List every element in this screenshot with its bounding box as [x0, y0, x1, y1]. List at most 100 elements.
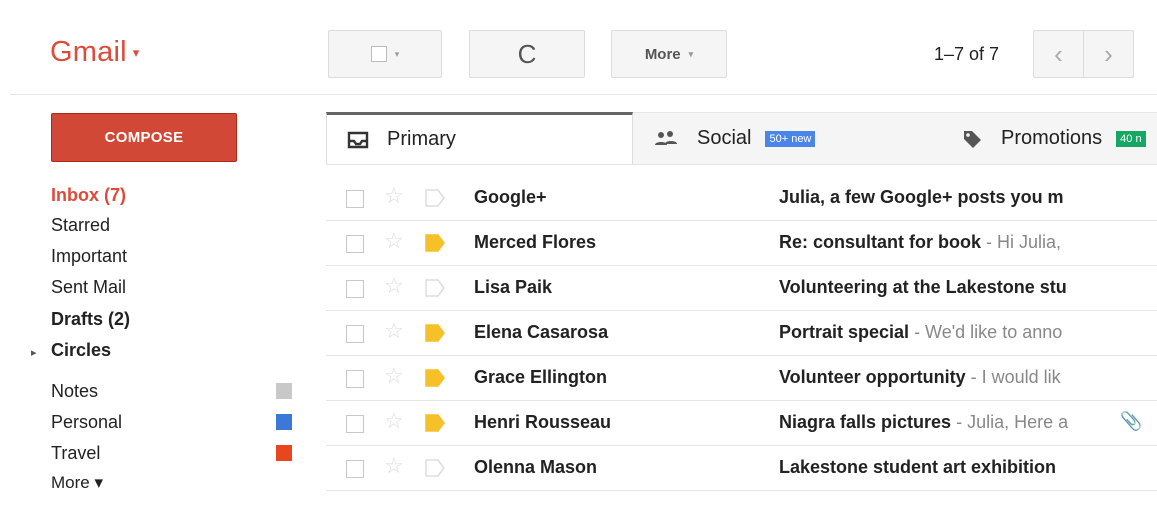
- older-button[interactable]: ›: [1083, 30, 1134, 78]
- email-row[interactable]: ☆ Elena Casarosa Portrait special - We'd l…: [326, 311, 1157, 356]
- row-checkbox[interactable]: [346, 460, 364, 478]
- star-icon[interactable]: ☆: [384, 230, 404, 252]
- inbox-icon: [347, 131, 369, 148]
- email-subject-line: Volunteer opportunity - I would lik: [779, 367, 1113, 388]
- label-color-swatch[interactable]: [276, 445, 292, 461]
- email-row[interactable]: ☆ Merced Flores Re: consultant for book - …: [326, 221, 1157, 266]
- star-icon[interactable]: ☆: [384, 185, 404, 207]
- sidebar-item-sent-mail[interactable]: Sent Mail: [51, 277, 126, 298]
- newer-button[interactable]: ‹: [1033, 30, 1084, 78]
- tab-promotions[interactable]: Promotions 40 n: [941, 112, 1157, 164]
- email-sender: Elena Casarosa: [474, 322, 609, 342]
- email-subject: Portrait special: [779, 322, 910, 342]
- email-snippet: - Julia, Here a: [951, 412, 1069, 432]
- gmail-logo-menu[interactable]: Gmail ▾: [50, 36, 139, 69]
- sidebar-more-link[interactable]: More ▾: [51, 473, 103, 493]
- email-row[interactable]: ☆ Henri Rousseau Niagra falls pictures - J…: [326, 401, 1157, 446]
- star-icon[interactable]: ☆: [384, 410, 404, 432]
- sidebar-item-important[interactable]: Important: [51, 246, 127, 267]
- email-sender: Olenna Mason: [474, 457, 598, 477]
- more-button[interactable]: More ▾: [611, 30, 727, 78]
- email-subject-line: Volunteering at the Lakestone stu: [779, 277, 1113, 298]
- tag-icon: [964, 130, 981, 148]
- row-checkbox[interactable]: [346, 325, 364, 343]
- tab-label: Social: [697, 127, 752, 149]
- email-row[interactable]: ☆ Lisa Paik Volunteering at the Lakestone …: [326, 266, 1157, 311]
- caret-down-icon: ▾: [394, 48, 400, 59]
- paperclip-icon: 📎: [1120, 411, 1143, 431]
- important-marker-icon[interactable]: [425, 279, 445, 297]
- caret-down-icon: ▾: [688, 48, 694, 59]
- gmail-window: Gmail ▾ ▾ C More ▾ 1–7 of 7 ‹ › COMPOSE I…: [10, 10, 1157, 511]
- email-list: ☆ Google+ Julia, a few Google+ posts you m…: [326, 176, 1157, 491]
- email-sender: Grace Ellington: [474, 367, 608, 387]
- important-marker-icon[interactable]: [425, 324, 445, 342]
- star-icon[interactable]: ☆: [384, 275, 404, 297]
- people-icon: [655, 130, 677, 145]
- email-subject-line: Lakestone student art exhibition: [779, 457, 1113, 478]
- chevron-left-icon: ‹: [1054, 38, 1063, 69]
- sidebar-item-starred[interactable]: Starred: [51, 215, 110, 236]
- star-icon[interactable]: ☆: [384, 320, 404, 342]
- email-row[interactable]: ☆ Grace Ellington Volunteer opportunity - …: [326, 356, 1157, 401]
- row-checkbox[interactable]: [346, 370, 364, 388]
- pagination-count: 1–7 of 7: [934, 44, 1000, 64]
- email-subject: Julia, a few Google+ posts you m: [779, 187, 1064, 207]
- important-marker-icon[interactable]: [425, 189, 445, 207]
- category-tabs: Primary Social 50+ new Promotions 40 n: [326, 112, 1157, 165]
- expand-triangle-icon[interactable]: ▸: [31, 346, 37, 359]
- checkbox-icon: [370, 46, 387, 62]
- tab-social[interactable]: Social 50+ new: [633, 112, 941, 164]
- sidebar-label-notes[interactable]: Notes: [51, 381, 98, 402]
- email-subject-line: Re: consultant for book - Hi Julia,: [779, 232, 1113, 253]
- refresh-button[interactable]: C: [469, 30, 585, 78]
- sidebar-item-drafts[interactable]: Drafts (2): [51, 309, 130, 330]
- email-subject: Re: consultant for book: [779, 232, 981, 252]
- email-subject: Niagra falls pictures: [779, 412, 952, 432]
- email-sender: Henri Rousseau: [474, 412, 612, 432]
- email-subject-line: Portrait special - We'd like to anno: [779, 322, 1113, 343]
- chevron-right-icon: ›: [1104, 38, 1113, 69]
- email-row[interactable]: ☆ Google+ Julia, a few Google+ posts you m: [326, 176, 1157, 221]
- label-color-swatch[interactable]: [276, 383, 292, 399]
- email-subject: Lakestone student art exhibition: [779, 457, 1057, 477]
- refresh-icon: C: [517, 38, 537, 69]
- row-checkbox[interactable]: [346, 415, 364, 433]
- email-snippet: - I would lik: [965, 367, 1061, 387]
- tab-primary[interactable]: Primary: [326, 112, 633, 164]
- select-all-button[interactable]: ▾: [328, 30, 442, 78]
- email-subject-line: Julia, a few Google+ posts you m: [779, 187, 1113, 208]
- important-marker-icon[interactable]: [425, 234, 445, 252]
- new-count-badge: 50+ new: [765, 130, 816, 147]
- label-color-swatch[interactable]: [276, 414, 292, 430]
- header-divider: [10, 94, 1157, 95]
- important-marker-icon[interactable]: [425, 369, 445, 387]
- row-checkbox[interactable]: [346, 190, 364, 208]
- email-row[interactable]: ☆ Olenna Mason Lakestone student art exhib…: [326, 446, 1157, 491]
- sidebar-label-travel[interactable]: Travel: [51, 443, 100, 464]
- email-subject: Volunteer opportunity: [779, 367, 966, 387]
- email-sender: Merced Flores: [474, 232, 597, 252]
- sidebar-item-circles[interactable]: Circles: [51, 340, 111, 361]
- sidebar-item-inbox[interactable]: Inbox (7): [51, 185, 126, 206]
- app-title: Gmail: [50, 36, 127, 68]
- tab-label: Primary: [387, 128, 456, 150]
- important-marker-icon[interactable]: [425, 414, 445, 432]
- more-label: More: [644, 45, 681, 63]
- email-sender: Google+: [474, 187, 547, 207]
- email-sender: Lisa Paik: [474, 277, 553, 297]
- row-checkbox[interactable]: [346, 235, 364, 253]
- new-count-badge: 40 n: [1116, 130, 1146, 147]
- sidebar-label-personal[interactable]: Personal: [51, 412, 122, 433]
- email-subject: Volunteering at the Lakestone stu: [779, 277, 1067, 297]
- compose-button[interactable]: COMPOSE: [51, 113, 237, 162]
- star-icon[interactable]: ☆: [384, 365, 404, 387]
- email-snippet: - Hi Julia,: [981, 232, 1062, 252]
- email-snippet: - We'd like to anno: [909, 322, 1063, 342]
- important-marker-icon[interactable]: [425, 459, 445, 477]
- caret-down-icon: ▾: [132, 45, 140, 61]
- star-icon[interactable]: ☆: [384, 455, 404, 477]
- row-checkbox[interactable]: [346, 280, 364, 298]
- tab-label: Promotions: [1001, 127, 1103, 149]
- email-subject-line: Niagra falls pictures - Julia, Here a: [779, 412, 1113, 433]
